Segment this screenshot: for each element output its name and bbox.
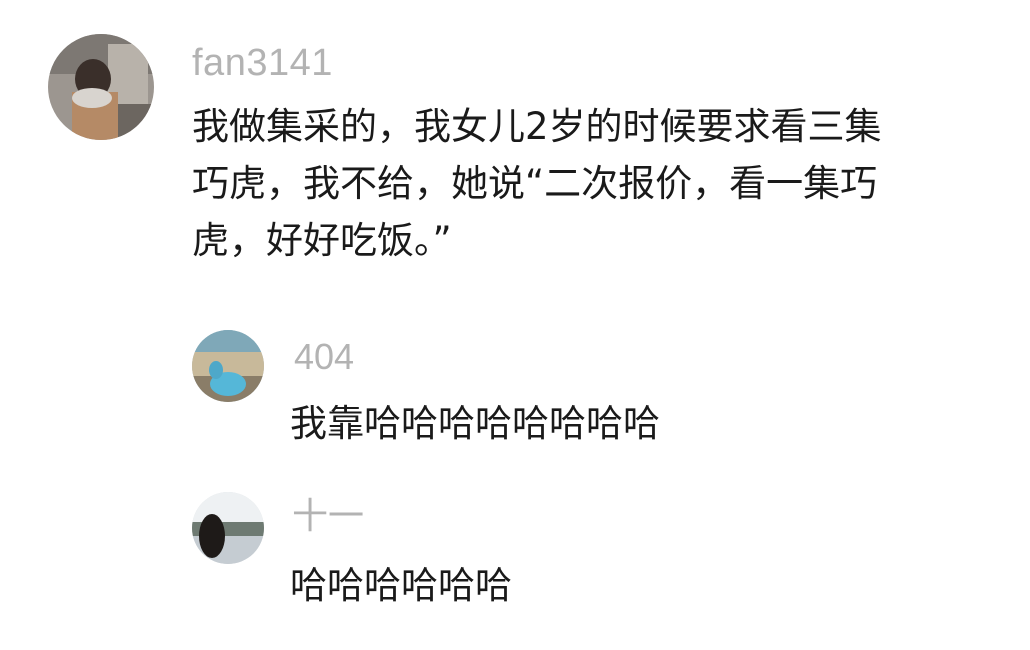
comment-line: 虎，好好吃饭。” bbox=[192, 219, 452, 262]
username[interactable]: fan3141 bbox=[192, 44, 333, 82]
comment-line: 我靠哈哈哈哈哈哈哈哈 bbox=[290, 402, 660, 445]
avatar[interactable] bbox=[192, 330, 264, 402]
comment-line: 我做集采的，我女儿2岁的时候要求看三集 bbox=[192, 105, 882, 148]
comment-text: 哈哈哈哈哈哈 bbox=[290, 560, 512, 612]
avatar[interactable] bbox=[192, 492, 264, 564]
comment-line: 哈哈哈哈哈哈 bbox=[290, 564, 512, 607]
comment-line: 巧虎，我不给，她说“二次报价，看一集巧 bbox=[192, 162, 878, 205]
comment-text: 我做集采的，我女儿2岁的时候要求看三集 巧虎，我不给，她说“二次报价，看一集巧 … bbox=[192, 98, 882, 269]
comment-text: 我靠哈哈哈哈哈哈哈哈 bbox=[290, 398, 660, 450]
username[interactable]: 十一 bbox=[292, 498, 364, 534]
avatar[interactable] bbox=[48, 34, 154, 140]
username[interactable]: 404 bbox=[294, 339, 354, 375]
